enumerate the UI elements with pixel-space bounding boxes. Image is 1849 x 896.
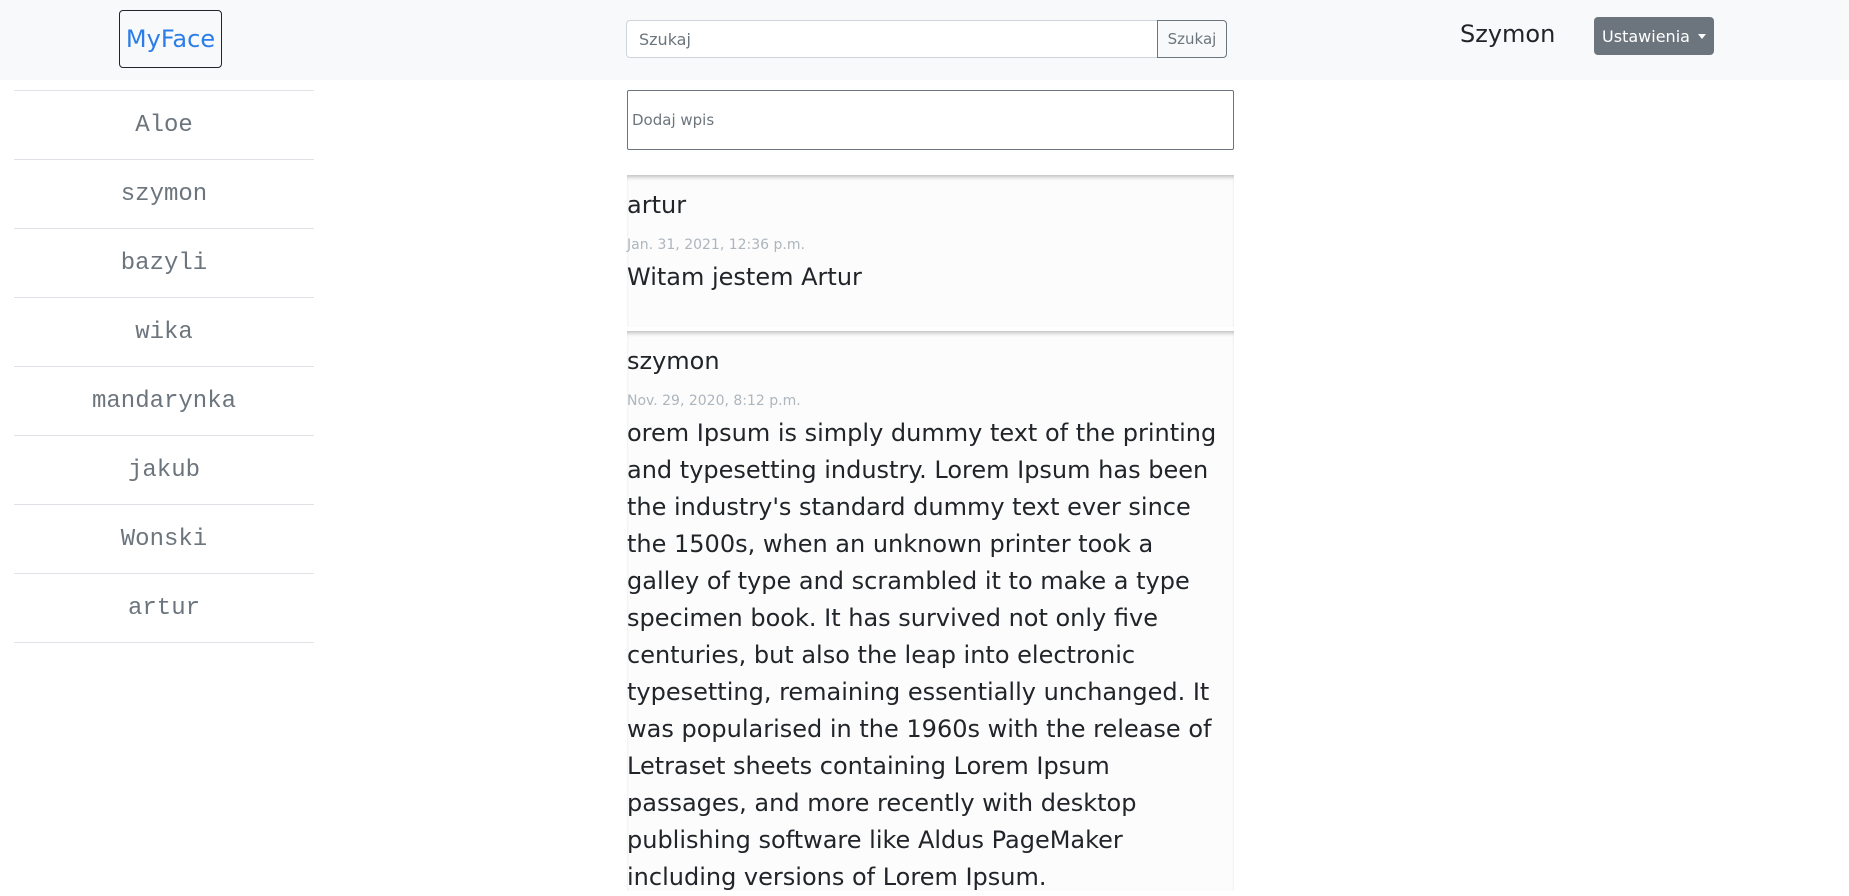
- settings-dropdown-button[interactable]: Ustawienia: [1594, 17, 1714, 55]
- post-feed: artur Jan. 31, 2021, 12:36 p.m. Witam je…: [627, 90, 1234, 891]
- post-author[interactable]: szymon: [627, 345, 720, 377]
- new-post-input[interactable]: [627, 90, 1234, 150]
- brand-logo-link[interactable]: MyFace: [119, 10, 222, 68]
- search-input[interactable]: [626, 20, 1158, 58]
- friend-item-jakub[interactable]: jakub: [14, 436, 314, 505]
- search-button[interactable]: Szukaj: [1157, 20, 1227, 58]
- friend-item-szymon[interactable]: szymon: [14, 160, 314, 229]
- post-author[interactable]: artur: [627, 189, 686, 221]
- friends-sidebar: Aloe szymon bazyli wika mandarynka jakub…: [14, 90, 314, 643]
- current-username: Szymon: [1460, 20, 1556, 48]
- post-body: Witam jestem Artur: [627, 263, 862, 291]
- friend-item-wonski[interactable]: Wonski: [14, 505, 314, 574]
- friend-item-aloe[interactable]: Aloe: [14, 91, 314, 160]
- friend-item-artur[interactable]: artur: [14, 574, 314, 643]
- friend-item-wika[interactable]: wika: [14, 298, 314, 367]
- caret-down-icon: [1697, 33, 1706, 39]
- top-navbar: MyFace Szukaj Szymon Ustawienia: [0, 0, 1849, 80]
- post-card: artur Jan. 31, 2021, 12:36 p.m. Witam je…: [627, 175, 1234, 327]
- friend-item-mandarynka[interactable]: mandarynka: [14, 367, 314, 436]
- friend-item-bazyli[interactable]: bazyli: [14, 229, 314, 298]
- post-body: orem Ipsum is simply dummy text of the p…: [627, 419, 1217, 891]
- post-date: Jan. 31, 2021, 12:36 p.m.: [627, 237, 805, 253]
- post-card: szymon Nov. 29, 2020, 8:12 p.m. orem Ips…: [627, 331, 1234, 891]
- post-date: Nov. 29, 2020, 8:12 p.m.: [627, 393, 801, 409]
- settings-button-label: Ustawienia: [1602, 26, 1690, 46]
